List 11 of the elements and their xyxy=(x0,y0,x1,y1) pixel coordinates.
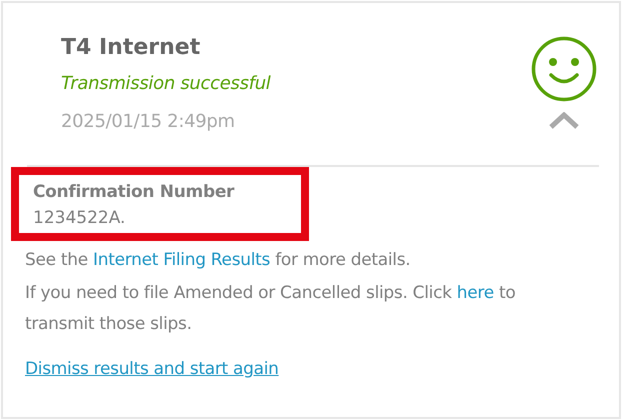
timestamp: 2025/01/15 2:49pm xyxy=(61,110,236,134)
filing-results-link[interactable]: Internet Filing Results xyxy=(93,250,270,270)
dismiss-link[interactable]: Dismiss results and start again xyxy=(25,356,279,382)
status-text: Transmission successful xyxy=(61,72,271,96)
details-sentence: See the Internet Filing Results for more details. xyxy=(25,249,412,272)
amend-sentence: If you need to file Amended or Cancelled slips. Click here to transmit those slips. xyxy=(25,282,516,336)
card-title: T4 Internet xyxy=(61,34,202,62)
confirmation-number: 1234522A. xyxy=(33,207,126,230)
collapse-chevron-icon[interactable] xyxy=(549,112,579,130)
confirmation-label: Confirmation Number xyxy=(33,181,236,204)
here-link[interactable]: here xyxy=(456,283,494,303)
